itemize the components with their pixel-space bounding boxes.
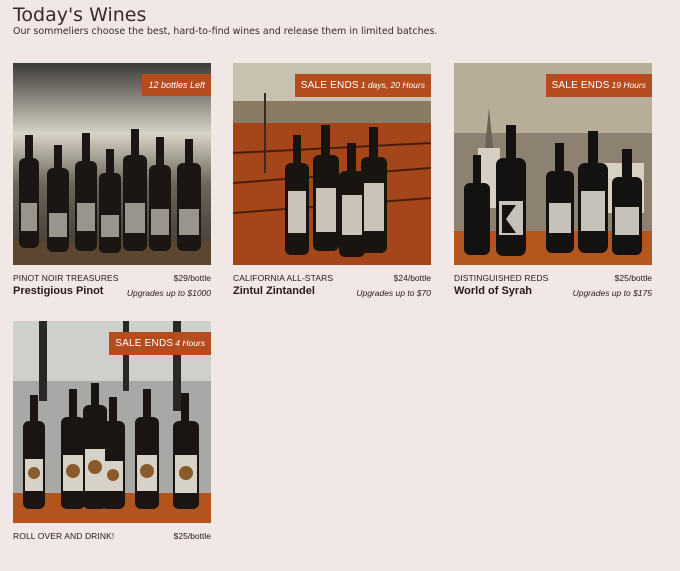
upgrade-text: Upgrades up to $1000 [126,288,211,298]
wine-name[interactable]: Zintul Zintandel [233,285,315,297]
wine-photo[interactable]: SALE ENDS 1 days, 20 Hours [233,63,431,265]
wine-photo[interactable]: SALE ENDS 4 Hours [13,321,211,523]
wine-name[interactable]: Prestigious Pinot [13,285,103,297]
wine-name[interactable]: World of Syrah [454,285,532,297]
sale-ends-badge: SALE ENDS 1 days, 20 Hours [294,74,431,97]
wine-price: $29/bottle [173,273,211,283]
upgrade-text: Upgrades up to $70 [356,288,431,298]
sale-ends-badge: SALE ENDS 19 Hours [545,74,652,97]
wine-price: $25/bottle [173,531,211,541]
sale-ends-badge: SALE ENDS 4 Hours [109,332,211,355]
wine-card-roll-over[interactable]: SALE ENDS 4 Hours ROLL OVER AND DRINK! $2… [13,321,211,571]
wine-card-world-of-syrah[interactable]: SALE ENDS 19 Hours DISTINGUISHED REDS $25… [454,63,652,313]
wine-price: $25/bottle [614,273,652,283]
wine-category: DISTINGUISHED REDS [454,273,549,283]
wine-card-zintul-zintandel[interactable]: SALE ENDS 1 days, 20 Hours CALIFORNIA ALL… [233,63,431,313]
page-title: Today's Wines [13,4,147,26]
wine-category: PINOT NOIR TREASURES [13,273,119,283]
page-subtitle: Our sommeliers choose the best, hard-to-… [13,26,438,37]
upgrade-text: Upgrades up to $175 [572,288,652,298]
bottles-left-badge: 12 bottles Left [142,74,211,96]
wine-price: $24/bottle [393,273,431,283]
wine-card-prestigious-pinot[interactable]: 12 bottles Left PINOT NOIR TREASURES $29… [13,63,211,313]
wine-photo[interactable]: SALE ENDS 19 Hours [454,63,652,265]
wine-category: ROLL OVER AND DRINK! [13,531,115,541]
wine-photo[interactable]: 12 bottles Left [13,63,211,265]
wine-category: CALIFORNIA ALL-STARS [233,273,334,283]
